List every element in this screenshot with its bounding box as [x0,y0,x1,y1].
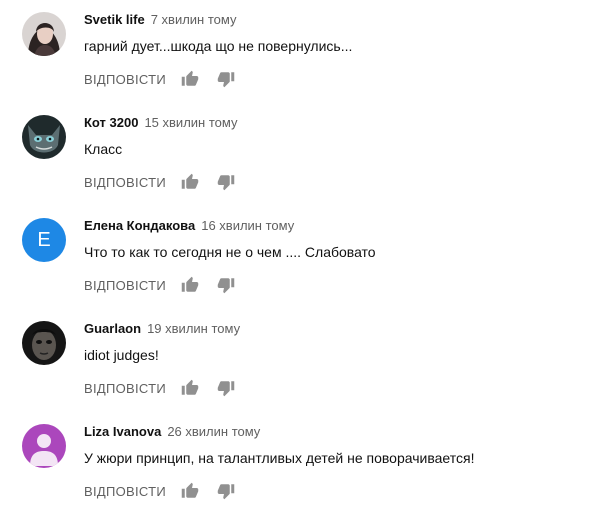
comment-actions: ВІДПОВІСТИ [84,482,253,500]
thumbs-up-icon[interactable] [181,482,199,500]
avatar[interactable] [22,12,66,56]
thumbs-up-icon[interactable] [181,70,199,88]
user-photo-icon [22,115,66,159]
author-name[interactable]: Guarlaon [84,321,141,336]
comment-item: Кот 3200 15 хвилин тому Класс ВІДПОВІСТИ [0,103,613,203]
author-name[interactable]: Елена Кондакова [84,218,195,233]
comment-item: Guarlaon 19 хвилин тому idiot judges! ВІД… [0,309,613,409]
comment-time[interactable]: 7 хвилин тому [151,12,237,27]
comment-item: Svetik life 7 хвилин тому гарний дует...ш… [0,0,613,100]
reply-button[interactable]: ВІДПОВІСТИ [84,72,166,87]
comment-text: У жюри принцип, на талантливых детей не … [84,450,475,466]
comment-actions: ВІДПОВІСТИ [84,276,253,294]
thumbs-up-icon[interactable] [181,379,199,397]
comment-header: Кот 3200 15 хвилин тому [84,114,237,132]
reply-button[interactable]: ВІДПОВІСТИ [84,175,166,190]
reply-button[interactable]: ВІДПОВІСТИ [84,381,166,396]
comment-header: Елена Кондакова 16 хвилин тому [84,217,294,235]
comment-actions: ВІДПОВІСТИ [84,173,253,191]
comment-header: Svetik life 7 хвилин тому [84,11,236,29]
author-name[interactable]: Liza Ivanova [84,424,161,439]
thumbs-down-icon[interactable] [217,173,235,191]
comment-time[interactable]: 26 хвилин тому [167,424,260,439]
avatar[interactable] [22,424,66,468]
comment-actions: ВІДПОВІСТИ [84,70,253,88]
reply-button[interactable]: ВІДПОВІСТИ [84,484,166,499]
comment-time[interactable]: 16 хвилин тому [201,218,294,233]
comment-actions: ВІДПОВІСТИ [84,379,253,397]
comment-text: Что то как то сегодня не о чем .... Слаб… [84,244,376,260]
reply-button[interactable]: ВІДПОВІСТИ [84,278,166,293]
thumbs-down-icon[interactable] [217,379,235,397]
avatar[interactable] [22,115,66,159]
avatar[interactable] [22,321,66,365]
comment-text: idiot judges! [84,347,159,363]
author-name[interactable]: Кот 3200 [84,115,138,130]
thumbs-up-icon[interactable] [181,276,199,294]
comment-time[interactable]: 19 хвилин тому [147,321,240,336]
user-photo-icon [22,12,66,56]
comment-header: Guarlaon 19 хвилин тому [84,320,240,338]
thumbs-down-icon[interactable] [217,482,235,500]
comment-text: Класс [84,141,123,157]
comment-header: Liza Ivanova 26 хвилин тому [84,423,260,441]
avatar-letter: Е [37,228,51,251]
person-icon [30,434,58,466]
comments-list: Svetik life 7 хвилин тому гарний дует...ш… [0,0,613,518]
user-photo-icon [22,321,66,365]
comment-text: гарний дует...шкода що не повернулись... [84,38,353,54]
thumbs-down-icon[interactable] [217,276,235,294]
thumbs-up-icon[interactable] [181,173,199,191]
thumbs-down-icon[interactable] [217,70,235,88]
avatar[interactable]: Е [22,218,66,262]
comment-item: Liza Ivanova 26 хвилин тому У жюри принци… [0,412,613,512]
comment-time[interactable]: 15 хвилин тому [144,115,237,130]
author-name[interactable]: Svetik life [84,12,145,27]
comment-item: Е Елена Кондакова 16 хвилин тому Что то к… [0,206,613,306]
